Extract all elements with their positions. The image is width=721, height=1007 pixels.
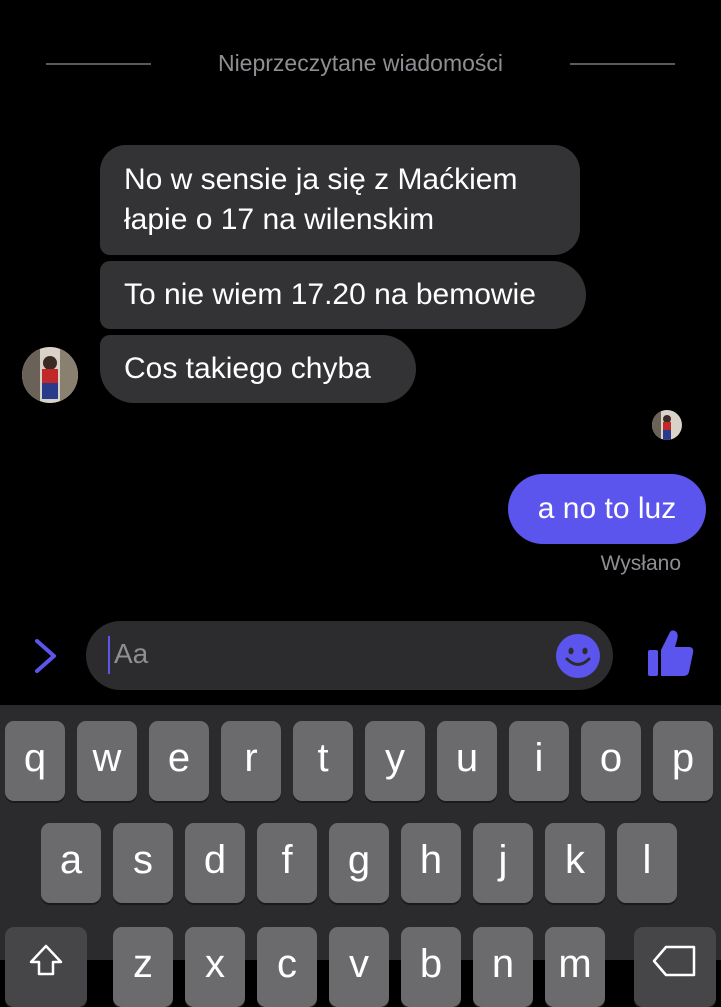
sender-avatar[interactable]: [22, 347, 78, 403]
key-u[interactable]: u: [437, 721, 497, 801]
key-k[interactable]: k: [545, 823, 605, 903]
chevron-right-icon: [35, 639, 56, 673]
keyboard: q w e r t y u i o p a s d f g h j k l z …: [0, 705, 721, 1007]
key-n[interactable]: n: [473, 927, 533, 1007]
key-f[interactable]: f: [257, 823, 317, 903]
incoming-message-2[interactable]: To nie wiem 17.20 na bemowie: [100, 261, 586, 329]
input-placeholder: Aa: [114, 638, 149, 669]
sent-status: Wysłano: [600, 552, 681, 575]
shift-key[interactable]: [5, 927, 87, 1007]
message-line: łapie o 17 na wilenskim: [124, 203, 435, 236]
backspace-key[interactable]: [634, 927, 716, 1007]
message-input[interactable]: Aa: [86, 621, 613, 690]
key-r[interactable]: r: [221, 721, 281, 801]
expand-button[interactable]: [24, 634, 64, 678]
message-line: Cos takiego chyba: [124, 352, 371, 385]
key-e[interactable]: e: [149, 721, 209, 801]
message-line: To nie wiem 17.20 na bemowie: [124, 278, 536, 311]
outgoing-message[interactable]: a no to luz: [508, 474, 706, 544]
key-z[interactable]: z: [113, 927, 173, 1007]
key-b[interactable]: b: [401, 927, 461, 1007]
key-j[interactable]: j: [473, 823, 533, 903]
key-m[interactable]: m: [545, 927, 605, 1007]
key-l[interactable]: l: [617, 823, 677, 903]
key-a[interactable]: a: [41, 823, 101, 903]
key-i[interactable]: i: [509, 721, 569, 801]
seen-avatar: [652, 410, 682, 440]
emoji-button[interactable]: [555, 633, 601, 679]
backspace-icon: [652, 945, 696, 977]
key-o[interactable]: o: [581, 721, 641, 801]
key-s[interactable]: s: [113, 823, 173, 903]
key-x[interactable]: x: [185, 927, 245, 1007]
key-p[interactable]: p: [653, 721, 713, 801]
thumbs-up-icon: [648, 630, 694, 676]
key-y[interactable]: y: [365, 721, 425, 801]
like-button[interactable]: [646, 628, 696, 680]
key-h[interactable]: h: [401, 823, 461, 903]
text-cursor: [108, 636, 110, 674]
key-q[interactable]: q: [5, 721, 65, 801]
key-t[interactable]: t: [293, 721, 353, 801]
incoming-message-3[interactable]: Cos takiego chyba: [100, 335, 416, 403]
message-line: No w sensie ja się z Maćkiem: [124, 163, 518, 196]
key-w[interactable]: w: [77, 721, 137, 801]
smiley-icon: [556, 634, 600, 678]
incoming-message-1[interactable]: No w sensie ja się z Maćkiem łapie o 17 …: [100, 145, 580, 255]
key-v[interactable]: v: [329, 927, 389, 1007]
key-d[interactable]: d: [185, 823, 245, 903]
shift-icon: [29, 944, 63, 976]
divider-line-right: [570, 63, 675, 65]
key-g[interactable]: g: [329, 823, 389, 903]
key-c[interactable]: c: [257, 927, 317, 1007]
